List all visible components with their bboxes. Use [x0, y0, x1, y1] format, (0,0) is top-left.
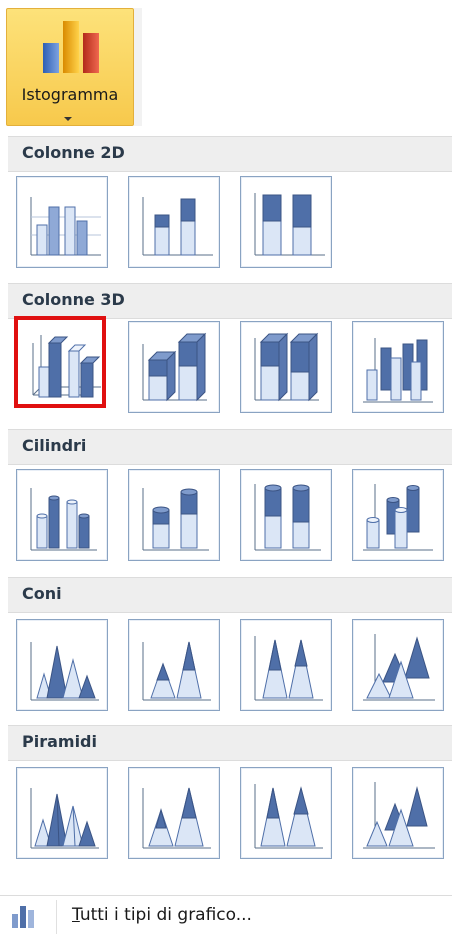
section-title: Coni	[22, 584, 62, 603]
clustered-column-3d-icon	[32, 335, 101, 398]
chart-tile-column-2d-100-stacked[interactable]	[240, 176, 332, 268]
clustered-column-2d-icon	[30, 197, 101, 256]
all-chart-types-label: Tutti i tipi di grafico...	[72, 905, 252, 925]
section-title: Colonne 3D	[22, 290, 125, 309]
ribbon-edge	[134, 8, 142, 126]
chart-tile-cone-stacked[interactable]	[128, 619, 220, 711]
section-title: Colonne 2D	[22, 143, 125, 162]
chart-tile-pyramid-3d[interactable]	[352, 767, 444, 859]
dropdown-arrow-icon	[64, 117, 72, 121]
chart-type-gallery: Colonne 2D Colonne 3D Cilindri Coni Pira…	[0, 131, 452, 934]
all-chart-types-icon	[12, 906, 34, 928]
stacked-column-2d-icon	[142, 197, 213, 256]
stacked-pyramid-icon	[142, 787, 211, 849]
chart-tile-pyramid-stacked[interactable]	[128, 767, 220, 859]
chart-tile-column-2d-stacked[interactable]	[128, 176, 220, 268]
chart-tile-column-2d-clustered[interactable]	[16, 176, 108, 268]
chart-tile-cone-clustered[interactable]	[16, 619, 108, 711]
pyramid-3d-icon	[363, 782, 435, 849]
mnemonic-letter: T	[72, 905, 80, 925]
stacked-100-pyramid-icon	[254, 784, 323, 849]
istogramma-button[interactable]: Istogramma	[6, 8, 134, 126]
stacked-100-cylinder-icon	[254, 484, 321, 551]
chart-tile-cylinder-100-stacked[interactable]	[240, 469, 332, 561]
column-3d-icon	[363, 338, 433, 403]
chart-tile-cone-3d[interactable]	[352, 619, 444, 711]
stacked-100-column-3d-icon	[254, 332, 319, 402]
chart-tile-cylinder-clustered[interactable]	[16, 469, 108, 561]
chart-tile-column-3d-100-stacked[interactable]	[240, 321, 332, 413]
section-header-colonne-2d: Colonne 2D	[8, 136, 452, 172]
section-header-coni: Coni	[8, 577, 452, 613]
chart-tile-column-3d[interactable]	[352, 321, 444, 413]
section-header-piramidi: Piramidi	[8, 725, 452, 761]
clustered-pyramid-icon	[30, 788, 99, 849]
section-header-colonne-3d: Colonne 3D	[8, 283, 452, 319]
cone-3d-icon	[363, 634, 435, 701]
chart-tile-cylinder-3d[interactable]	[352, 469, 444, 561]
istogramma-label: Istogramma	[21, 85, 119, 104]
stacked-cylinder-icon	[142, 488, 209, 551]
stacked-100-column-2d-icon	[254, 193, 325, 256]
section-title: Cilindri	[22, 436, 87, 455]
stacked-100-cone-icon	[254, 636, 323, 701]
chart-tile-cylinder-stacked[interactable]	[128, 469, 220, 561]
chart-tile-cone-100-stacked[interactable]	[240, 619, 332, 711]
stacked-column-3d-icon	[142, 332, 207, 402]
stacked-cone-icon	[142, 641, 211, 701]
cylinder-3d-icon	[363, 484, 433, 551]
label-text: utti i tipi di grafico...	[79, 905, 252, 925]
footer-separator	[56, 900, 57, 934]
column-chart-icon	[43, 21, 99, 73]
clustered-cylinder-icon	[30, 488, 97, 551]
section-header-cilindri: Cilindri	[8, 429, 452, 465]
chart-tile-pyramid-clustered[interactable]	[16, 767, 108, 859]
clustered-cone-icon	[30, 642, 99, 701]
all-chart-types-link[interactable]: Tutti i tipi di grafico...	[0, 895, 452, 935]
chart-tile-column-3d-clustered[interactable]	[14, 316, 106, 408]
chart-tile-column-3d-stacked[interactable]	[128, 321, 220, 413]
section-title: Piramidi	[22, 732, 97, 751]
chart-tile-pyramid-100-stacked[interactable]	[240, 767, 332, 859]
